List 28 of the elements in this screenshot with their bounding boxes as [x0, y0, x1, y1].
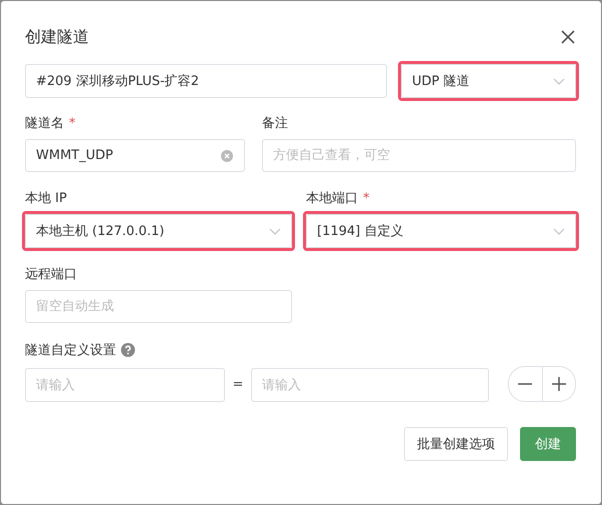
required-mark: * [69, 116, 76, 130]
select-field[interactable]: UDP 隧道 [401, 64, 576, 98]
plus-icon [552, 377, 566, 391]
remote-port-field[interactable]: 留空自动生成 [25, 290, 292, 323]
close-button[interactable] [560, 29, 576, 45]
clear-icon[interactable] [221, 150, 233, 162]
required-mark: * [363, 190, 370, 206]
field-label: 本地 IP [25, 190, 67, 207]
equals-sign: = [232, 376, 244, 392]
dialog-title: 创建隧道 [25, 26, 89, 48]
chevron-down-icon [269, 228, 281, 234]
help-icon[interactable] [121, 343, 135, 357]
field-label: 远程端口 [25, 266, 77, 283]
key-field[interactable]: 请输入 [25, 368, 225, 402]
select-field[interactable]: 本地主机 (127.0.0.1) [25, 214, 292, 248]
field-label: 隧道自定义设置 [25, 342, 116, 359]
chevron-down-icon [553, 228, 565, 234]
field-label: 本地端口 [306, 190, 358, 207]
name-field[interactable]: WMMT_UDP [25, 139, 245, 172]
value-field[interactable]: 请输入 [251, 368, 489, 402]
field-label: 隧道名 [25, 115, 64, 132]
node-field[interactable]: #209 深圳移动PLUS-扩容2 [25, 64, 387, 98]
batch-options-button[interactable]: 批量创建选项 [404, 427, 508, 461]
remark-field[interactable]: 方便自己查看，可空 [262, 139, 576, 172]
chevron-down-icon [553, 78, 565, 84]
minus-icon [518, 383, 532, 385]
field-label: 备注 [262, 115, 288, 132]
select-field[interactable]: [1194] 自定义 [306, 214, 576, 248]
